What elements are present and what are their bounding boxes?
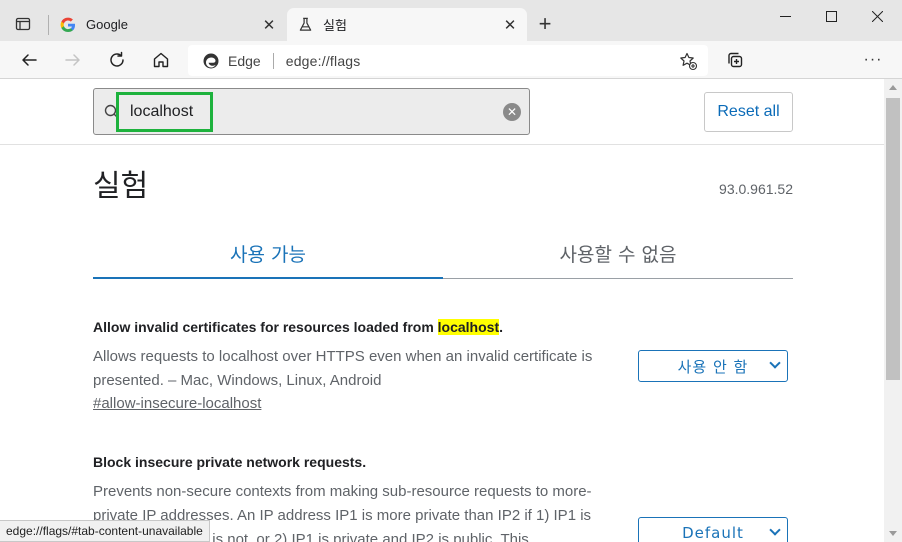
tab-google[interactable]: Google ✕	[50, 8, 286, 41]
tab-unavailable[interactable]: 사용할 수 없음	[443, 229, 793, 278]
close-icon	[871, 10, 883, 22]
tab-flags[interactable]: 실험 ✕	[287, 8, 527, 41]
more-dots-icon: ···	[863, 51, 883, 68]
scroll-down-arrow-icon[interactable]	[889, 531, 897, 536]
settings-more-button[interactable]: ···	[858, 46, 888, 74]
tab-separator	[48, 15, 49, 35]
flag-title: Allow invalid certificates for resources…	[93, 319, 504, 335]
forward-button[interactable]	[58, 46, 88, 74]
status-bar-link-preview: edge://flags/#tab-content-unavailable	[0, 520, 210, 542]
arrow-left-icon	[22, 54, 37, 66]
minimize-button[interactable]	[762, 0, 808, 32]
search-box[interactable]: ✕	[93, 88, 530, 135]
flag-anchor-link[interactable]: #allow-insecure-localhost	[93, 395, 261, 412]
search-match-highlight: localhost	[437, 319, 500, 335]
flag-tabs: 사용 가능 사용할 수 없음	[93, 229, 793, 279]
address-separator	[272, 52, 274, 69]
scroll-up-arrow-icon[interactable]	[889, 85, 897, 90]
new-tab-button[interactable]: +	[533, 11, 557, 36]
tab-title: Google	[86, 17, 128, 32]
flag-description: Allows requests to localhost over HTTPS …	[93, 348, 593, 389]
tab-title: 실험	[323, 18, 347, 33]
flag-state-select[interactable]: 사용 안 함	[638, 350, 788, 382]
flag-state-select[interactable]: Default	[638, 517, 788, 542]
edge-icon	[203, 53, 219, 68]
back-button[interactable]	[14, 46, 44, 74]
close-tab-icon[interactable]: ✕	[260, 16, 278, 34]
flags-page: ✕ Reset all 실험 93.0.961.52 사용 가능 사용할 수 없…	[0, 79, 884, 542]
chevron-down-icon	[769, 357, 781, 369]
navigation-toolbar: Edge edge://flags ···	[0, 41, 902, 79]
flag-item: Allow invalid certificates for resources…	[93, 317, 793, 413]
site-label: Edge	[228, 52, 261, 69]
arrow-right-icon	[65, 54, 80, 66]
clear-search-icon[interactable]: ✕	[503, 103, 521, 121]
flag-title: Block insecure private network requests.	[93, 454, 367, 470]
beaker-icon	[297, 17, 313, 33]
collections-icon	[728, 52, 743, 68]
reset-all-button[interactable]: Reset all	[704, 92, 793, 132]
minimize-icon	[779, 15, 791, 17]
refresh-icon	[110, 51, 124, 67]
title-bar: Google ✕ 실험 ✕ +	[0, 0, 902, 41]
chevron-down-icon	[769, 524, 781, 536]
home-icon	[153, 52, 169, 68]
url-text[interactable]: edge://flags	[286, 53, 361, 69]
select-value: 사용 안 함	[677, 357, 749, 376]
tab-available[interactable]: 사용 가능	[93, 229, 443, 279]
home-button[interactable]	[146, 46, 176, 74]
collections-button[interactable]	[720, 46, 750, 74]
version-label: 93.0.961.52	[719, 181, 793, 197]
scrollbar-thumb[interactable]	[886, 98, 900, 380]
refresh-button[interactable]	[102, 46, 132, 74]
page-scrollbar[interactable]	[884, 79, 902, 542]
close-window-button[interactable]	[854, 0, 900, 32]
maximize-icon	[825, 10, 837, 22]
google-icon	[60, 17, 76, 33]
search-icon	[104, 104, 119, 119]
close-tab-icon[interactable]: ✕	[501, 16, 519, 34]
select-value: Default	[682, 524, 744, 542]
address-bar[interactable]: Edge edge://flags	[188, 45, 708, 76]
tab-actions-icon	[15, 17, 31, 31]
search-header: ✕ Reset all	[0, 79, 884, 145]
search-input[interactable]	[130, 99, 490, 125]
maximize-button[interactable]	[808, 0, 854, 32]
add-favorite-icon[interactable]	[678, 51, 698, 71]
page-title: 실험	[93, 169, 149, 204]
tab-actions-button[interactable]	[6, 10, 40, 38]
